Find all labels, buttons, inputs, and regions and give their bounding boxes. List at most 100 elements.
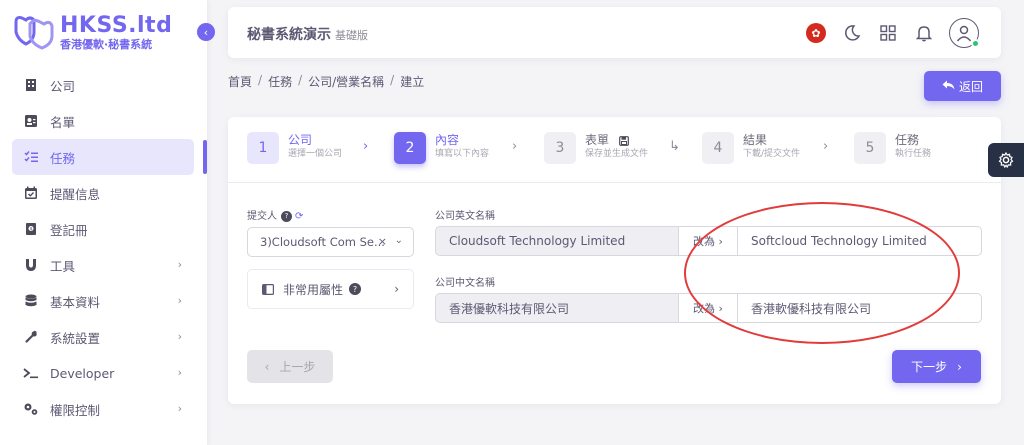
step-number: 1	[247, 132, 279, 164]
sidebar-item-label: 系統設置	[50, 330, 101, 346]
calendar-icon	[22, 184, 40, 202]
chevron-left-icon: ‹	[203, 25, 209, 39]
sidebar-item-permissions[interactable]: 權限控制 ›	[12, 391, 194, 427]
help-icon[interactable]: ?	[349, 283, 362, 295]
svg-text:$: $	[30, 226, 33, 232]
sidebar-item-tools[interactable]: 工具 ›	[12, 247, 194, 283]
notifications-button[interactable]	[913, 22, 935, 44]
step-number: 5	[854, 132, 886, 164]
english-name-group: Cloudsoft Technology Limited 改為 › Softcl…	[435, 226, 982, 256]
uncommon-attributes-label: 非常用屬性	[283, 282, 344, 297]
contact-card-icon	[22, 112, 40, 130]
register-book-icon: $	[22, 220, 40, 238]
back-button[interactable]: 返回	[924, 71, 1001, 101]
next-step-button[interactable]: 下一步 ›	[892, 350, 981, 383]
brand-logo[interactable]: HKSS.ltd 香港優軟·秘書系統	[12, 14, 172, 52]
sidebar-item-label: 提醒信息	[50, 186, 101, 202]
app-edition: 基礎版	[335, 29, 368, 42]
sidebar-item-label: 任務	[50, 150, 76, 166]
top-navbar: 秘書系統演示 基礎版 ✿	[228, 7, 1001, 58]
moon-icon	[844, 25, 861, 41]
chevron-left-icon: ‹	[264, 359, 270, 374]
breadcrumb-tasks[interactable]: 任務	[268, 73, 292, 90]
chevron-right-icon: ›	[177, 258, 182, 271]
english-name-label: 公司英文名稱	[435, 211, 495, 222]
help-icon[interactable]: ?	[281, 210, 292, 222]
apps-button[interactable]	[877, 22, 899, 44]
collapse-sidebar-button[interactable]: ‹	[197, 23, 215, 41]
magnet-icon	[22, 256, 40, 274]
sidebar-item-contacts[interactable]: 名單	[12, 103, 194, 139]
english-name-new-input[interactable]: Softcloud Technology Limited	[738, 226, 982, 256]
english-name-current: Cloudsoft Technology Limited	[435, 226, 678, 256]
reply-arrow-icon	[942, 79, 955, 93]
gears-icon	[22, 400, 40, 418]
brand-title: HKSS.ltd	[60, 13, 173, 38]
chinese-name-change-label: 改為 ›	[678, 293, 738, 323]
step-result[interactable]: 4 結果 下載/提交文件	[702, 132, 800, 164]
dark-mode-toggle[interactable]	[841, 22, 863, 44]
sidebar-item-register[interactable]: $ 登記冊	[12, 211, 194, 247]
bell-icon	[916, 26, 932, 42]
user-avatar[interactable]	[949, 18, 980, 48]
step-form[interactable]: 3 表單 保存並生成文件	[544, 132, 648, 164]
step-number: 4	[702, 132, 734, 164]
breadcrumb-home[interactable]: 首頁	[228, 73, 252, 90]
logo-icon	[14, 16, 54, 50]
submitter-select[interactable]: 3)Cloudsoft Com Se... × ⌄	[247, 227, 414, 257]
chevron-right-icon: ›	[394, 282, 399, 296]
prev-step-button[interactable]: ‹ 上一步	[247, 350, 333, 383]
database-icon	[22, 292, 40, 310]
chinese-name-current: 香港優軟科技有限公司	[435, 293, 678, 323]
prev-step-label: 上一步	[279, 360, 316, 374]
corner-down-right-icon: ↳	[669, 139, 680, 154]
breadcrumb: 首頁 / 任務 / 公司/營業名稱 / 建立	[228, 73, 425, 90]
sidebar-item-label: 工具	[50, 258, 76, 274]
online-status-badge	[971, 39, 980, 48]
chevron-right-icon: ›	[177, 294, 182, 307]
gear-icon	[998, 152, 1014, 168]
step-title: 表單	[585, 133, 610, 147]
step-content[interactable]: 2 內容 填寫以下內容	[394, 132, 489, 164]
step-company[interactable]: 1 公司 選擇一個公司	[247, 132, 342, 164]
chevron-right-icon: ›	[177, 366, 182, 379]
sidebar-item-reminders[interactable]: 提醒信息	[12, 175, 194, 211]
sidebar-item-basic-data[interactable]: 基本資料 ›	[12, 283, 194, 319]
sidebar-item-label: 登記冊	[50, 222, 88, 238]
chevron-right-icon: ›	[957, 359, 962, 374]
customizer-toggle[interactable]	[988, 143, 1024, 177]
active-indicator	[203, 140, 207, 174]
sidebar-item-company[interactable]: 公司	[12, 67, 194, 103]
sidebar-item-label: 權限控制	[50, 402, 101, 418]
sidebar-item-label: 公司	[50, 78, 76, 94]
chevron-right-icon: ›	[363, 139, 369, 154]
chevron-right-icon: ›	[177, 402, 182, 415]
brand-subtitle: 香港優軟·秘書系統	[60, 38, 153, 51]
sidebar-item-tasks[interactable]: 任務	[12, 139, 194, 175]
chinese-name-label: 公司中文名稱	[435, 278, 495, 289]
next-step-label: 下一步	[911, 360, 948, 374]
wizard-card: 1 公司 選擇一個公司 › 2 內容 填寫以下內容 › 3 表單 保存並生成文件	[228, 117, 1001, 404]
step-title: 公司	[288, 133, 313, 147]
sidebar-item-developer[interactable]: Developer ›	[12, 355, 194, 391]
step-number: 2	[394, 132, 426, 164]
save-icon	[618, 135, 629, 146]
uncommon-attributes-button[interactable]: 非常用屬性 ? ›	[247, 269, 414, 309]
english-name-change-label: 改為 ›	[678, 226, 738, 256]
language-button[interactable]: ✿	[805, 22, 827, 44]
breadcrumb-create: 建立	[400, 75, 425, 89]
submitter-label: 提交人? ⟳	[247, 210, 304, 222]
wizard-stepper: 1 公司 選擇一個公司 › 2 內容 填寫以下內容 › 3 表單 保存並生成文件	[228, 117, 1001, 183]
step-subtitle: 保存並生成文件	[585, 149, 649, 159]
sidebar-item-label: Developer	[50, 365, 115, 381]
step-title: 任務	[895, 133, 920, 147]
hk-flag-icon: ✿	[806, 23, 826, 43]
sidebar-item-system-settings[interactable]: 系統設置 ›	[12, 319, 194, 355]
step-task[interactable]: 5 任務 執行任務	[854, 132, 931, 164]
wrench-icon	[22, 328, 40, 346]
chinese-name-new-input[interactable]: 香港軟優科技有限公司	[738, 293, 982, 323]
clear-icon[interactable]: ×	[378, 235, 387, 248]
building-icon	[22, 76, 40, 94]
refresh-icon[interactable]: ⟳	[295, 211, 303, 222]
breadcrumb-company-name[interactable]: 公司/營業名稱	[308, 73, 384, 90]
